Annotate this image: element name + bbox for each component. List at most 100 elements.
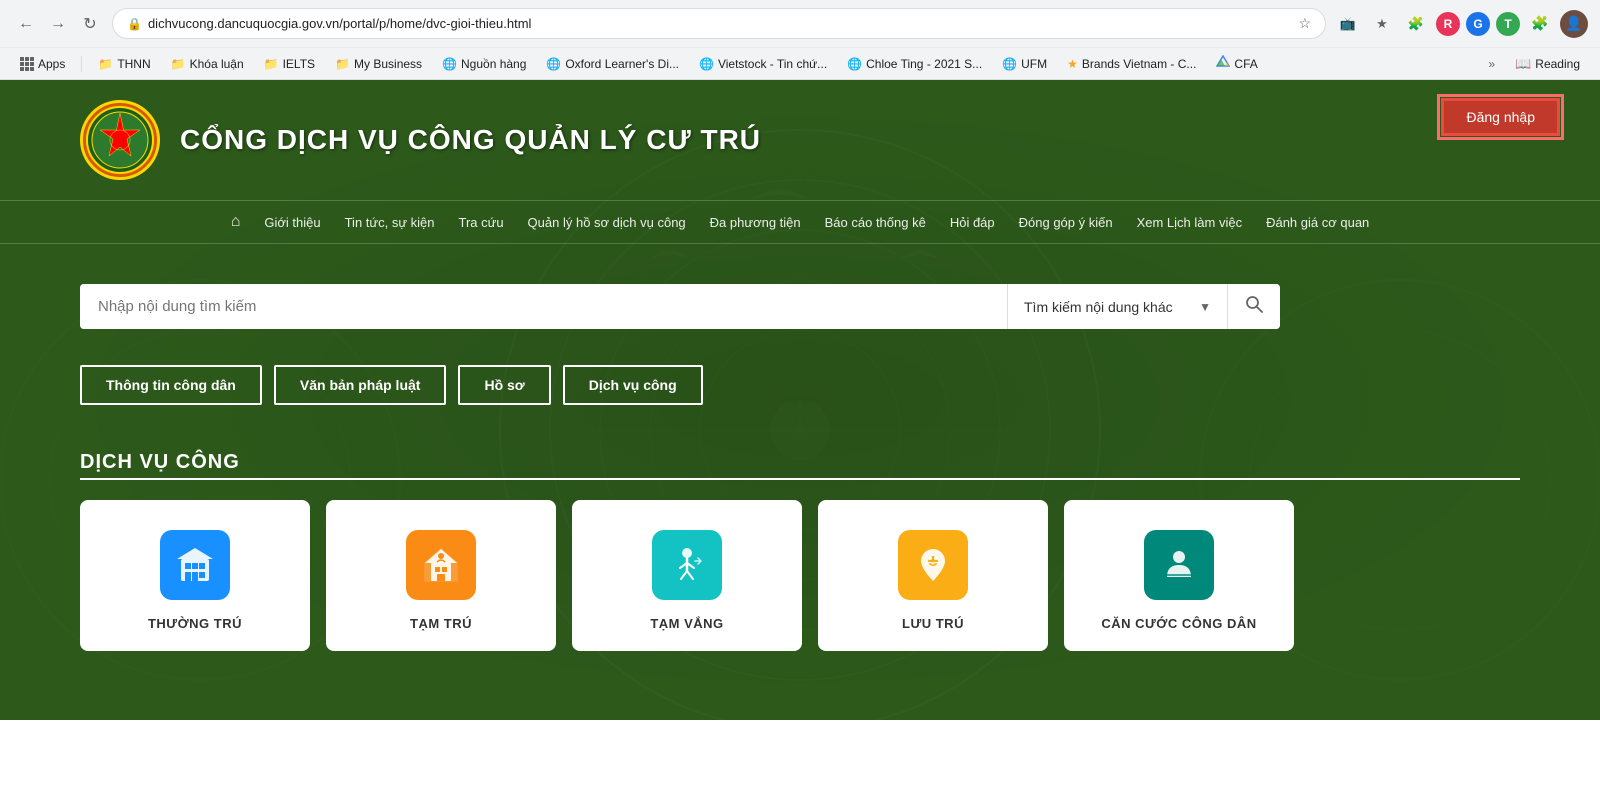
nav-gioi-thieu[interactable]: Giới thiệu xyxy=(264,215,320,230)
nav-xem-lich[interactable]: Xem Lịch làm việc xyxy=(1137,215,1242,230)
can-cuoc-label: CĂN CƯỚC CÔNG DÂN xyxy=(1101,616,1256,631)
khoa-luan-label: Khóa luận xyxy=(190,57,244,71)
website-container: Đăng nhập CỔNG DỊCH VỤ CÔNG QUẢN LÝ CƯ T… xyxy=(0,80,1600,720)
screen-cast-button[interactable]: 📺 xyxy=(1334,10,1362,38)
bookmark-chloe[interactable]: 🌐 Chloe Ting - 2021 S... xyxy=(839,54,990,74)
url-text: dichvucong.dancuquocgia.gov.vn/portal/p/… xyxy=(148,16,1292,31)
back-button[interactable]: ← xyxy=(12,10,40,38)
bookmark-thnn[interactable]: 📁 THNN xyxy=(90,54,158,74)
vietstock-label: Vietstock - Tin chứ... xyxy=(718,57,827,71)
service-card-thuong-tru[interactable]: THƯỜNG TRÚ xyxy=(80,500,310,651)
search-button[interactable] xyxy=(1227,284,1280,329)
quick-btn-dich-vu[interactable]: Dịch vụ công xyxy=(563,365,703,405)
services-section: DỊCH VỤ CÔNG THƯỜNG TRÚ xyxy=(0,421,1600,681)
bookmark-brands[interactable]: ★ Brands Vietnam - C... xyxy=(1059,54,1204,74)
globe-icon-5: 🌐 xyxy=(1002,57,1017,71)
profile-2[interactable]: G xyxy=(1466,12,1490,36)
service-card-luu-tru[interactable]: LƯU TRÚ xyxy=(818,500,1048,651)
service-card-can-cuoc[interactable]: CĂN CƯỚC CÔNG DÂN xyxy=(1064,500,1294,651)
cfa-label: CFA xyxy=(1234,57,1257,71)
nav-bao-cao[interactable]: Báo cáo thống kê xyxy=(825,215,926,230)
luu-tru-label: LƯU TRÚ xyxy=(902,616,964,631)
bookmark-nguon-hang[interactable]: 🌐 Nguồn hàng xyxy=(434,54,534,74)
bookmarks-separator xyxy=(81,56,82,72)
bookmark-ufm[interactable]: 🌐 UFM xyxy=(994,54,1055,74)
quick-buttons-bar: Thông tin công dân Văn bản pháp luật Hồ … xyxy=(0,349,1600,421)
folder-icon-4: 📁 xyxy=(335,57,350,71)
bookmark-apps[interactable]: Apps xyxy=(12,54,73,74)
profile-3[interactable]: T xyxy=(1496,12,1520,36)
nav-danh-gia[interactable]: Đánh giá cơ quan xyxy=(1266,215,1369,230)
quick-btn-ho-so[interactable]: Hồ sơ xyxy=(458,365,550,405)
bookmark-vietstock[interactable]: 🌐 Vietstock - Tin chứ... xyxy=(691,54,835,74)
nav-home[interactable]: ⌂ xyxy=(231,213,241,231)
quick-btn-van-ban[interactable]: Văn bản pháp luật xyxy=(274,365,447,405)
nav-quan-ly[interactable]: Quản lý hồ sơ dịch vụ công xyxy=(528,215,686,230)
tam-vang-icon xyxy=(652,530,722,600)
login-button[interactable]: Đăng nhập xyxy=(1441,98,1560,136)
bookmark-cfa[interactable]: CFA xyxy=(1208,52,1265,75)
bookmark-my-business[interactable]: 📁 My Business xyxy=(327,54,430,74)
luu-tru-icon xyxy=(898,530,968,600)
folder-icon-2: 📁 xyxy=(171,57,186,71)
site-navigation: ⌂ Giới thiệu Tin tức, sự kiện Tra cứu Qu… xyxy=(0,200,1600,244)
services-divider xyxy=(80,478,1520,480)
user-avatar[interactable]: 👤 xyxy=(1560,10,1588,38)
site-title: CỔNG DỊCH VỤ CÔNG QUẢN LÝ CƯ TRÚ xyxy=(180,124,761,156)
more-bookmarks-button[interactable]: » xyxy=(1480,54,1503,74)
drive-icon xyxy=(1216,55,1230,72)
services-grid: THƯỜNG TRÚ TẠ xyxy=(80,500,1520,651)
refresh-button[interactable]: ↻ xyxy=(76,10,104,38)
folder-icon: 📁 xyxy=(98,57,113,71)
folder-icon-3: 📁 xyxy=(264,57,279,71)
extensions-puzzle-button[interactable]: 🧩 xyxy=(1526,10,1554,38)
quick-btn-thong-tin[interactable]: Thông tin công dân xyxy=(80,365,262,405)
bookmark-khoa-luan[interactable]: 📁 Khóa luận xyxy=(163,54,252,74)
search-dropdown-label: Tìm kiếm nội dung khác xyxy=(1024,299,1191,315)
site-header: CỔNG DỊCH VỤ CÔNG QUẢN LÝ CƯ TRÚ xyxy=(0,80,1600,200)
thuong-tru-label: THƯỜNG TRÚ xyxy=(148,616,242,631)
extension-button[interactable]: 🧩 xyxy=(1402,10,1430,38)
search-dropdown[interactable]: Tìm kiếm nội dung khác ▼ xyxy=(1007,284,1227,329)
my-business-label: My Business xyxy=(354,57,422,71)
service-card-tam-vang[interactable]: TẠM VẮNG xyxy=(572,500,802,651)
reading-label: Reading xyxy=(1535,57,1580,71)
search-box: Tìm kiếm nội dung khác ▼ xyxy=(80,284,1280,329)
nav-tin-tuc[interactable]: Tin tức, sự kiện xyxy=(345,215,435,230)
nav-da-phuong-tien[interactable]: Đa phương tiện xyxy=(710,215,801,230)
profile-1[interactable]: R xyxy=(1436,12,1460,36)
nav-tra-cuu[interactable]: Tra cứu xyxy=(458,215,503,230)
reading-mode-button[interactable]: 📖 Reading xyxy=(1507,53,1588,75)
bookmark-button[interactable]: ★ xyxy=(1368,10,1396,38)
can-cuoc-icon xyxy=(1144,530,1214,600)
address-bar[interactable]: 🔒 dichvucong.dancuquocgia.gov.vn/portal/… xyxy=(112,8,1326,39)
search-icon xyxy=(1244,294,1264,319)
services-title: DỊCH VỤ CÔNG xyxy=(80,451,1520,474)
globe-icon-3: 🌐 xyxy=(699,57,714,71)
bookmark-star-icon[interactable]: ☆ xyxy=(1298,15,1311,32)
nav-dong-gop[interactable]: Đóng góp ý kiến xyxy=(1019,215,1113,230)
chloe-label: Chloe Ting - 2021 S... xyxy=(866,57,982,71)
forward-button[interactable]: → xyxy=(44,10,72,38)
browser-chrome: ← → ↻ 🔒 dichvucong.dancuquocgia.gov.vn/p… xyxy=(0,0,1600,80)
ielts-label: IELTS xyxy=(283,57,315,71)
thuong-tru-icon xyxy=(160,530,230,600)
nav-hoi-dap[interactable]: Hỏi đáp xyxy=(950,215,995,230)
brands-label: Brands Vietnam - C... xyxy=(1082,57,1197,71)
oxford-label: Oxford Learner's Di... xyxy=(565,57,679,71)
tam-tru-icon xyxy=(406,530,476,600)
search-input[interactable] xyxy=(80,284,1007,329)
bookmark-ielts[interactable]: 📁 IELTS xyxy=(256,54,323,74)
bookmark-oxford[interactable]: 🌐 Oxford Learner's Di... xyxy=(538,54,687,74)
thnn-label: THNN xyxy=(117,57,150,71)
service-card-tam-tru[interactable]: TẠM TRÚ xyxy=(326,500,556,651)
bookmarks-bar: Apps 📁 THNN 📁 Khóa luận 📁 IELTS 📁 My Bus… xyxy=(0,47,1600,79)
browser-actions: 📺 ★ 🧩 R G T 🧩 👤 xyxy=(1334,10,1588,38)
star-icon: ★ xyxy=(1067,57,1078,71)
tam-tru-label: TẠM TRÚ xyxy=(410,616,472,631)
tam-vang-label: TẠM VẮNG xyxy=(650,616,723,631)
reading-icon: 📖 xyxy=(1515,56,1531,72)
search-section: Tìm kiếm nội dung khác ▼ xyxy=(0,244,1600,349)
lock-icon: 🔒 xyxy=(127,17,142,31)
site-emblem xyxy=(80,100,160,180)
